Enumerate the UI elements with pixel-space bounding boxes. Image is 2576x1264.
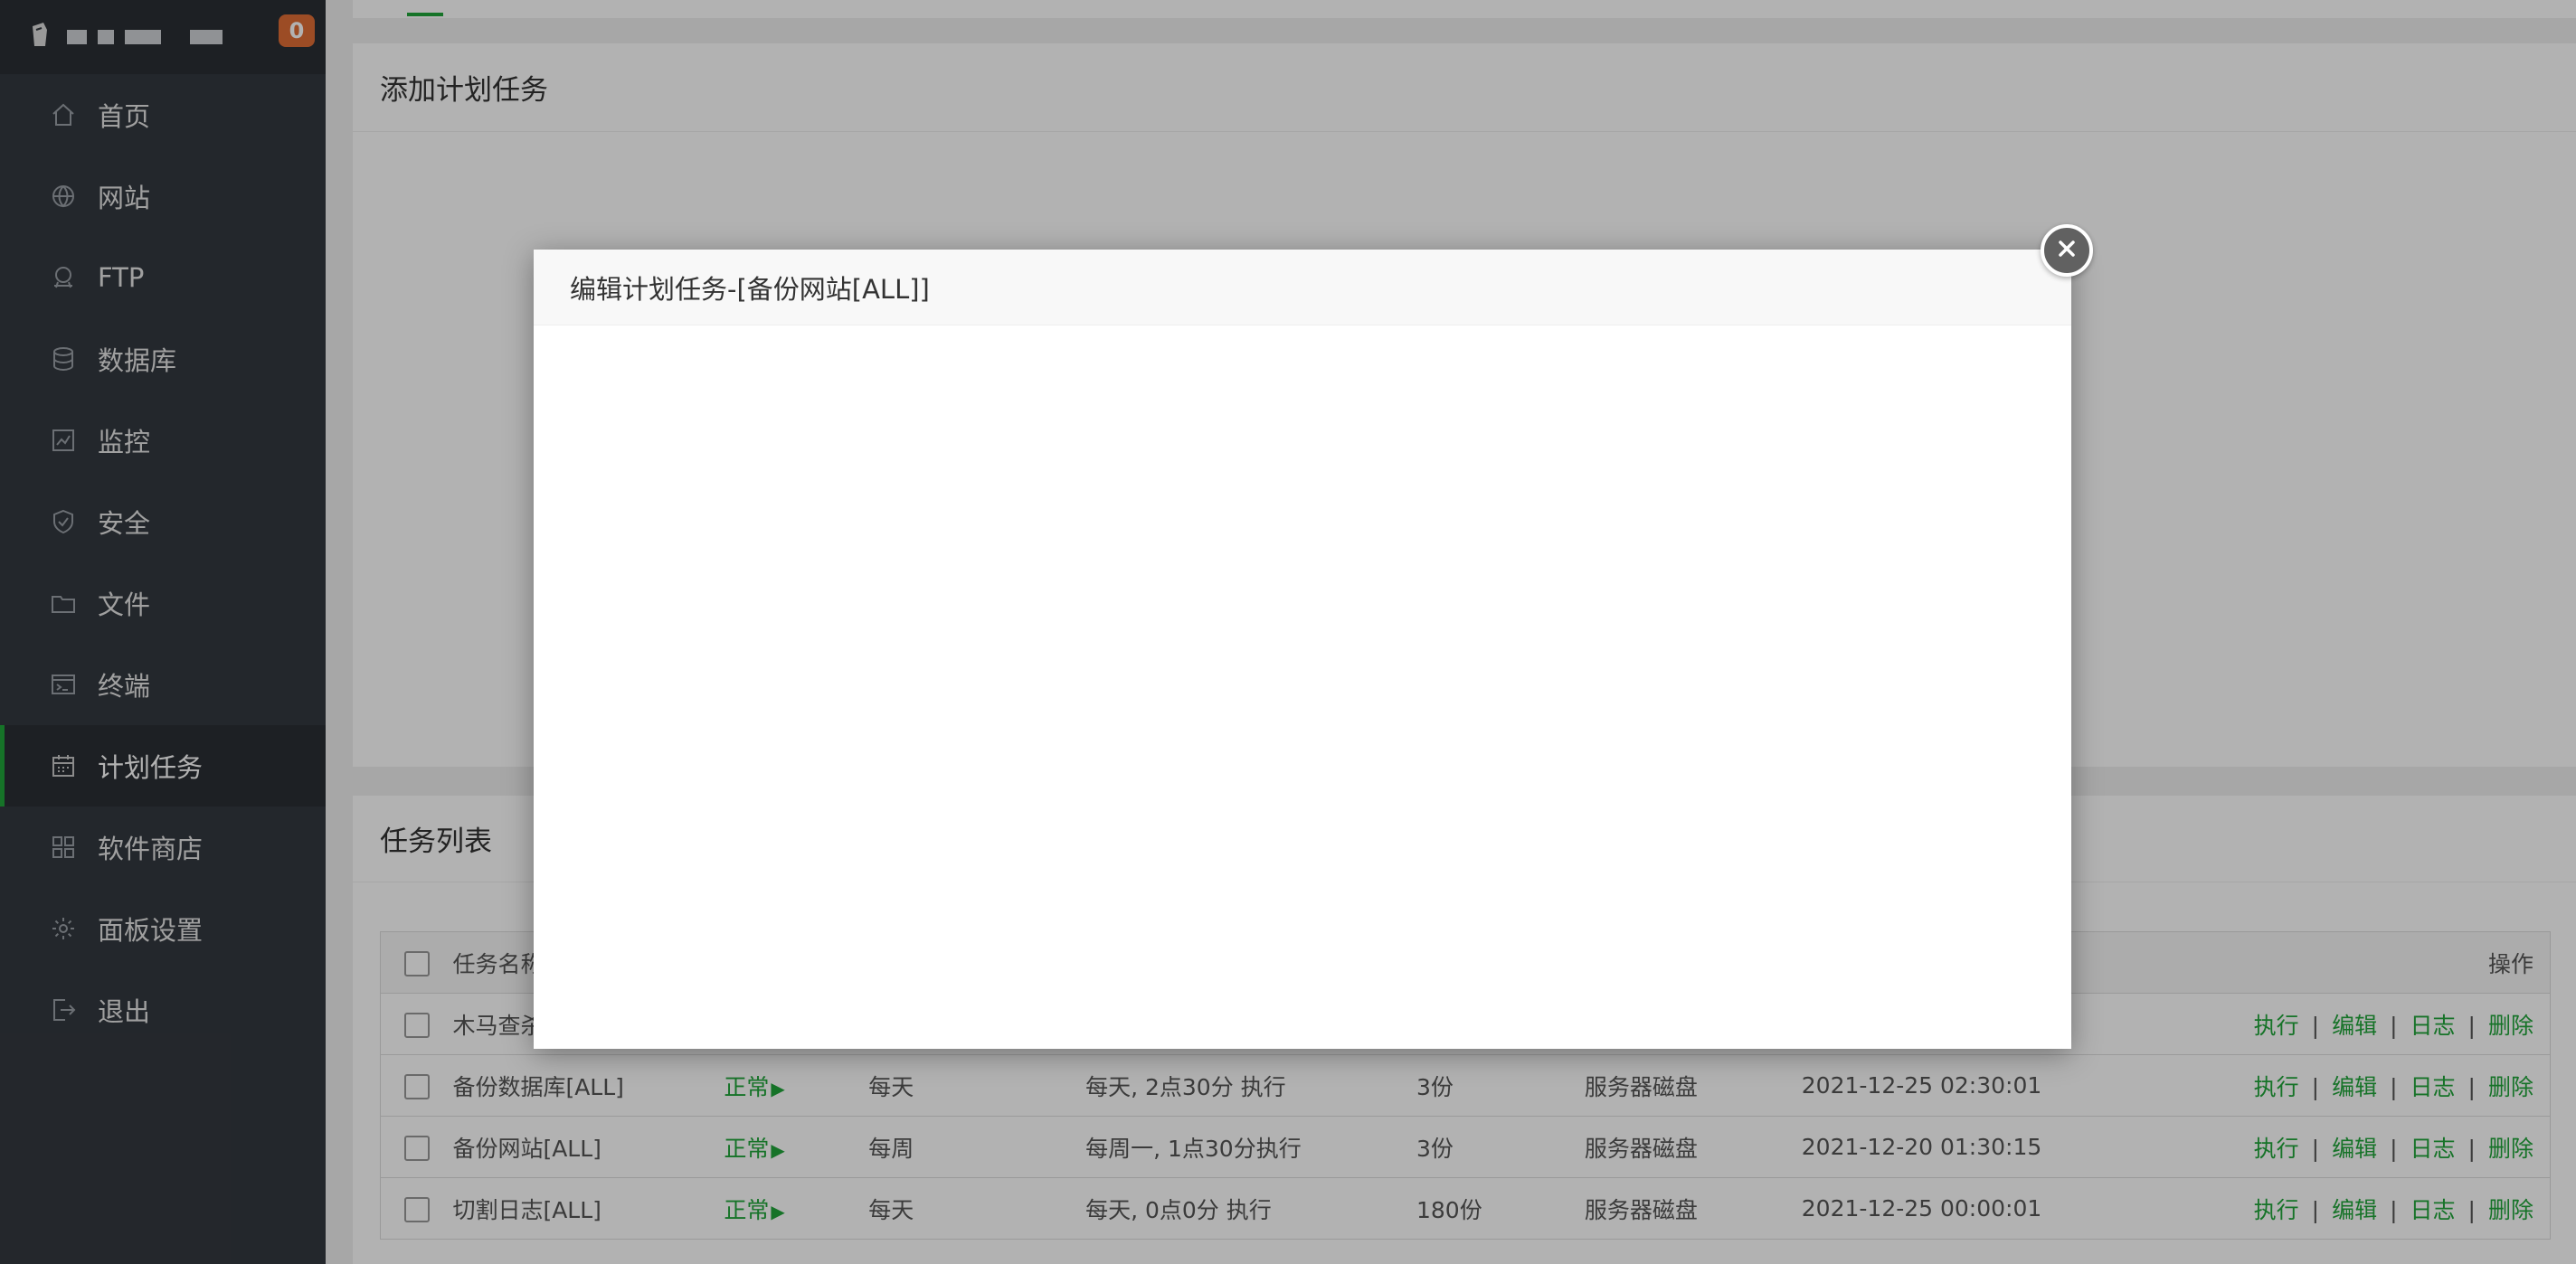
edit-task-modal: 编辑计划任务-[备份网站[ALL]] (534, 250, 2071, 1049)
modal-title: 编辑计划任务-[备份网站[ALL]] (534, 250, 2071, 325)
close-button[interactable] (2041, 224, 2093, 277)
close-icon (2056, 238, 2078, 263)
